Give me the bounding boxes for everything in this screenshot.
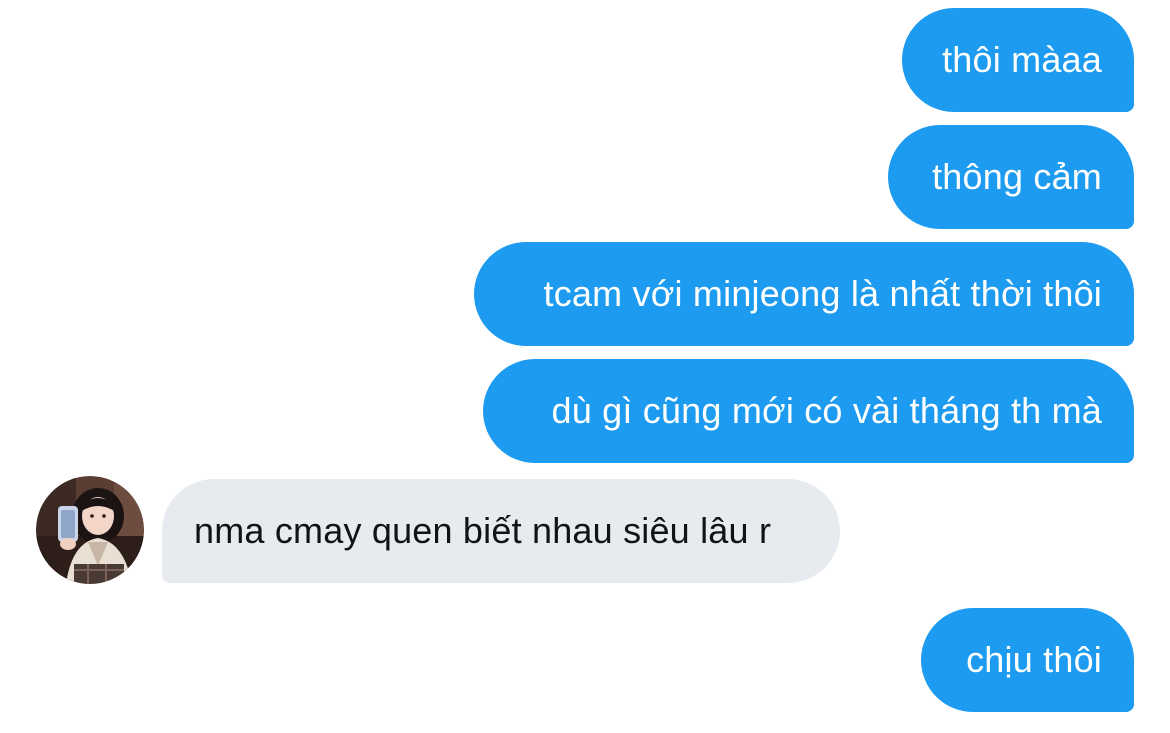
outgoing-message-bubble[interactable]: thôi màaa <box>902 8 1134 112</box>
contact-avatar[interactable] <box>36 476 144 584</box>
outgoing-message-bubble[interactable]: tcam với minjeong là nhất thời thôi <box>474 242 1134 346</box>
message-text: nma cmay quen biết nhau siêu lâu r <box>194 510 772 551</box>
message-thread: thôi màaa thông cảm tcam với minjeong là… <box>0 0 1170 733</box>
outgoing-message-bubble[interactable]: chịu thôi <box>921 608 1134 712</box>
user-avatar-photo-icon <box>36 476 144 584</box>
incoming-message-bubble[interactable]: nma cmay quen biết nhau siêu lâu r <box>162 479 840 583</box>
outgoing-message-bubble[interactable]: thông cảm <box>888 125 1134 229</box>
message-text: dù gì cũng mới có vài tháng th mà <box>551 390 1102 431</box>
message-text: tcam với minjeong là nhất thời thôi <box>543 273 1102 314</box>
message-text: chịu thôi <box>966 639 1102 680</box>
message-text: thôi màaa <box>942 39 1102 80</box>
outgoing-message-bubble[interactable]: dù gì cũng mới có vài tháng th mà <box>483 359 1134 463</box>
message-text: thông cảm <box>932 156 1102 197</box>
